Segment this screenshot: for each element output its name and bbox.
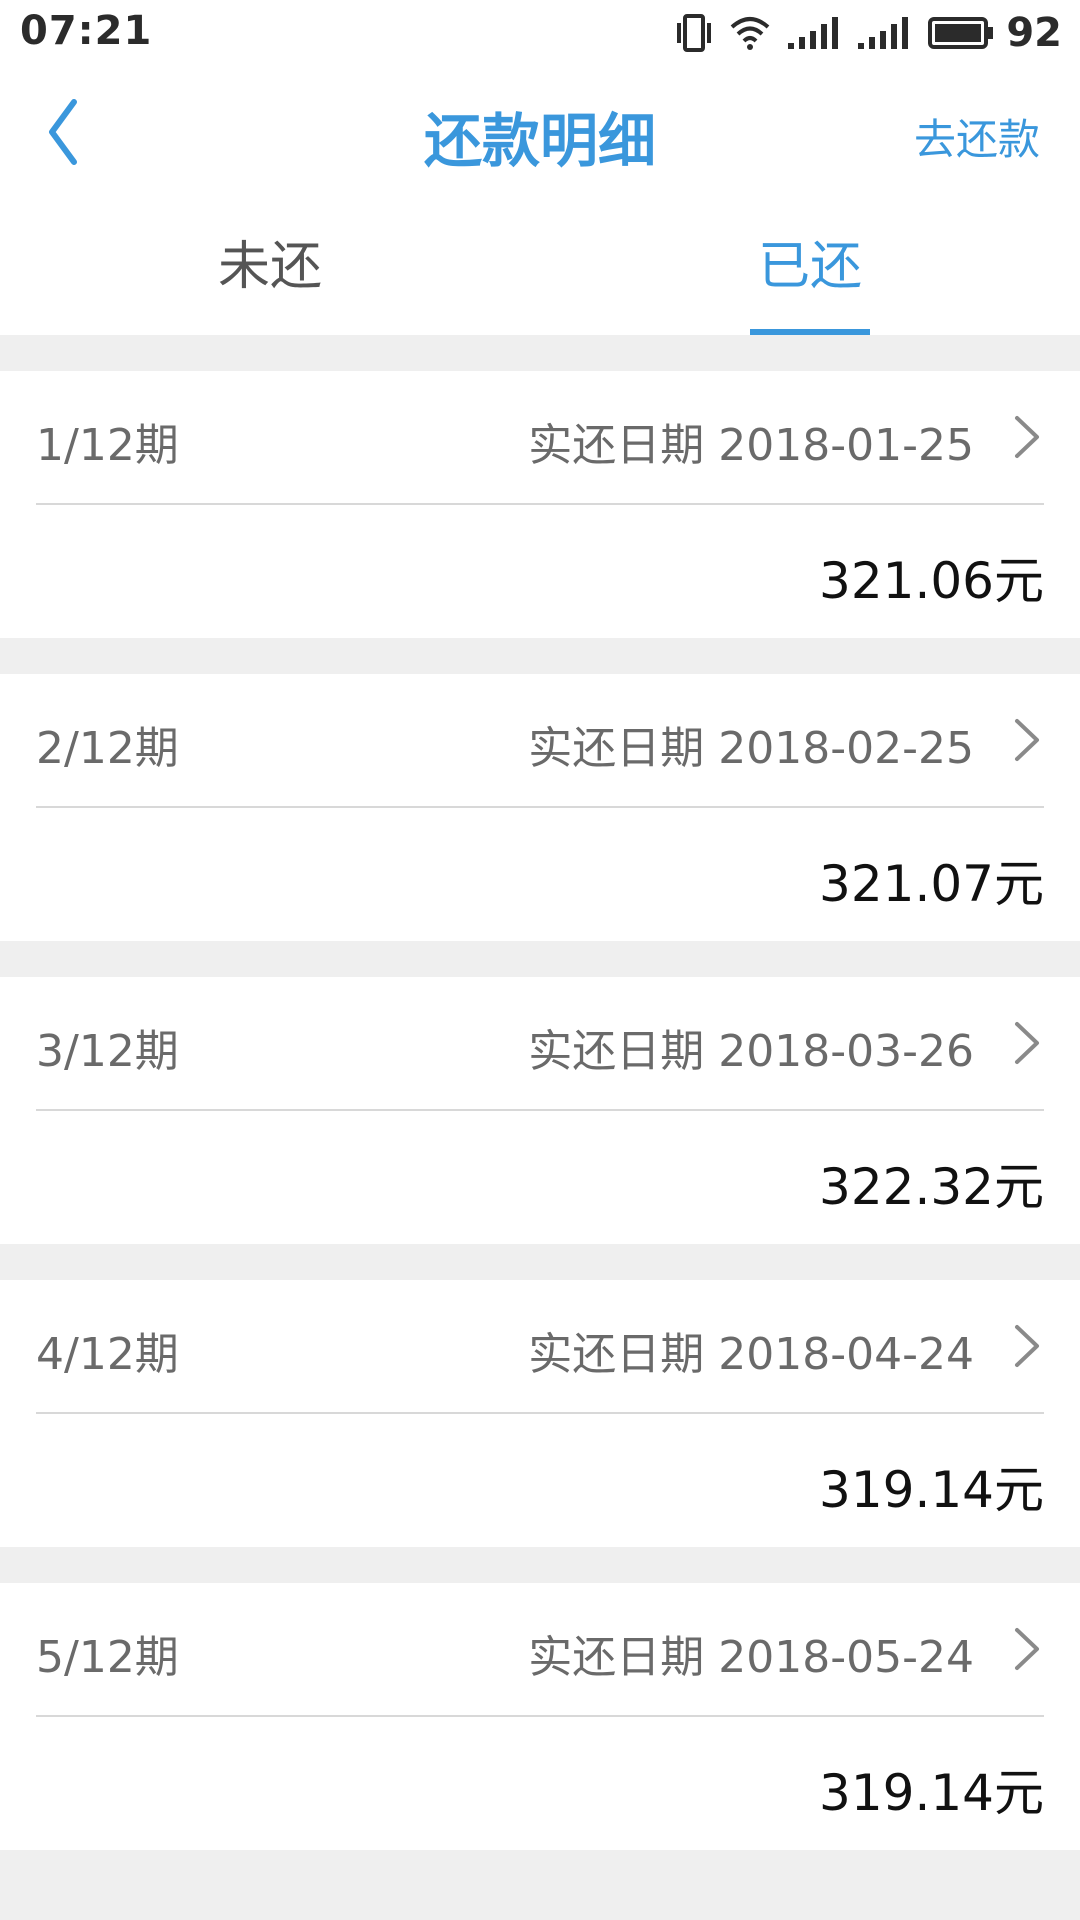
amount: 321.07元	[819, 855, 1044, 913]
period-label: 2/12期	[36, 723, 179, 774]
repayment-card[interactable]: 5/12期 实还日期 2018-05-24 319.14元	[0, 1583, 1080, 1850]
signal-icon	[858, 17, 910, 49]
paid-date-label: 实还日期	[528, 723, 705, 774]
chevron-right-icon	[1012, 413, 1042, 461]
paid-date: 实还日期 2018-05-24	[528, 1621, 974, 1685]
tab-active-indicator	[750, 329, 870, 335]
paid-date-value: 2018-04-24	[718, 1329, 974, 1380]
paid-date: 实还日期 2018-02-25	[528, 712, 974, 776]
chevron-right-icon	[1012, 1019, 1042, 1067]
period-label: 3/12期	[36, 1026, 179, 1077]
period-label: 5/12期	[36, 1632, 179, 1683]
chevron-right-icon	[1012, 716, 1042, 764]
repayment-card[interactable]: 3/12期 实还日期 2018-03-26 322.32元	[0, 977, 1080, 1244]
amount: 321.06元	[819, 552, 1044, 610]
header: 还款明细 去还款	[0, 66, 1080, 200]
tab-paid-label: 已还	[757, 237, 862, 297]
card-header: 4/12期 实还日期 2018-04-24	[36, 1280, 1044, 1414]
tab-paid[interactable]: 已还	[540, 200, 1080, 335]
wifi-icon	[730, 15, 770, 51]
period-label: 4/12期	[36, 1329, 179, 1380]
vibrate-icon	[676, 13, 712, 53]
paid-date-label: 实还日期	[528, 1026, 705, 1077]
status-time: 07:21	[20, 8, 153, 54]
repayment-list: 1/12期 实还日期 2018-01-25 321.06元 2/12期 实还日期…	[0, 371, 1080, 1886]
signal-icon	[788, 17, 840, 49]
amount: 319.14元	[819, 1764, 1044, 1822]
paid-date-label: 实还日期	[528, 420, 705, 471]
paid-date: 实还日期 2018-04-24	[528, 1318, 974, 1382]
card-header: 2/12期 实还日期 2018-02-25	[36, 674, 1044, 808]
paid-date-value: 2018-03-26	[718, 1026, 974, 1077]
paid-date: 实还日期 2018-03-26	[528, 1015, 974, 1079]
paid-date: 实还日期 2018-01-25	[528, 409, 974, 473]
chevron-right-icon	[1012, 1322, 1042, 1370]
repayment-card[interactable]: 4/12期 实还日期 2018-04-24 319.14元	[0, 1280, 1080, 1547]
period-label: 1/12期	[36, 420, 179, 471]
chevron-right-icon	[1012, 1625, 1042, 1673]
tab-unpaid[interactable]: 未还	[0, 200, 540, 335]
battery-level: 92	[1006, 10, 1062, 56]
go-repay-button[interactable]: 去还款	[914, 106, 1040, 167]
card-header: 1/12期 实还日期 2018-01-25	[36, 371, 1044, 505]
battery-icon	[928, 17, 994, 49]
amount: 322.32元	[819, 1158, 1044, 1216]
repayment-card[interactable]: 2/12期 实还日期 2018-02-25 321.07元	[0, 674, 1080, 941]
card-header: 3/12期 实还日期 2018-03-26	[36, 977, 1044, 1111]
status-icons: 92	[676, 8, 1062, 58]
card-header: 5/12期 实还日期 2018-05-24	[36, 1583, 1044, 1717]
paid-date-label: 实还日期	[528, 1329, 705, 1380]
paid-date-value: 2018-05-24	[718, 1632, 974, 1683]
paid-date-value: 2018-01-25	[718, 420, 974, 471]
tab-bar: 未还 已还	[0, 200, 1080, 335]
status-bar: 07:21 92	[0, 0, 1080, 66]
paid-date-label: 实还日期	[528, 1632, 705, 1683]
amount: 319.14元	[819, 1461, 1044, 1519]
repayment-card[interactable]: 1/12期 实还日期 2018-01-25 321.06元	[0, 371, 1080, 638]
paid-date-value: 2018-02-25	[718, 723, 974, 774]
